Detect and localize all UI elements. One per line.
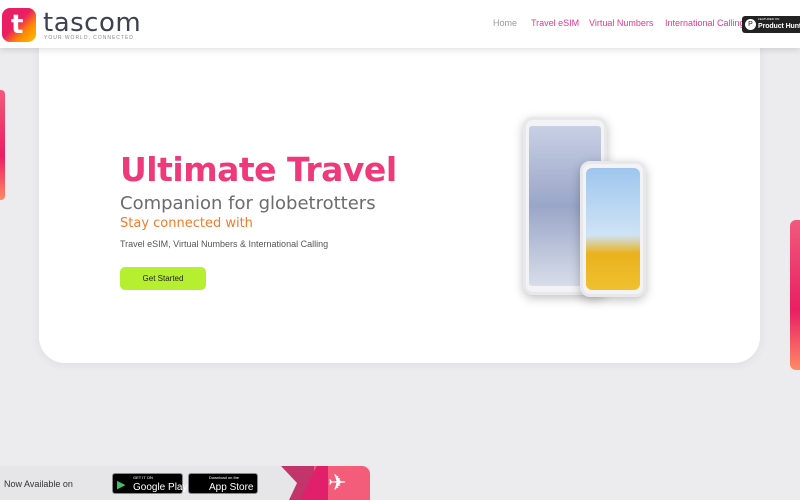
decorative-shape-left	[0, 90, 5, 200]
google-play-label: Google Play	[133, 482, 188, 493]
hero-title: Ultimate Travel	[120, 150, 397, 189]
phone-image-front	[580, 161, 646, 297]
get-started-button[interactable]: Get Started	[120, 267, 206, 290]
nav-virtual-numbers[interactable]: Virtual Numbers	[589, 18, 653, 28]
google-play-icon: ▶	[117, 479, 126, 491]
nav-home[interactable]: Home	[493, 18, 517, 28]
product-hunt-small: FEATURED ON	[758, 17, 780, 21]
product-hunt-label: Product Hunt	[758, 23, 800, 30]
nav-travel-esim[interactable]: Travel eSIM	[531, 18, 579, 28]
nav-international-calling[interactable]: International Calling	[665, 18, 745, 28]
product-hunt-badge[interactable]: P FEATURED ON Product Hunt	[742, 16, 800, 33]
google-play-button[interactable]: ▶ GET IT ON Google Play	[112, 473, 187, 494]
google-play-small: GET IT ON	[133, 475, 153, 480]
header: t tascom YOUR WORLD, CONNECTED Home Trav…	[0, 0, 800, 48]
product-hunt-icon: P	[745, 19, 756, 30]
app-store-small: Download on the	[209, 475, 240, 480]
app-store-button[interactable]: Download on the App Store	[188, 473, 258, 494]
airplane-icon: ✈	[328, 470, 347, 495]
hero-subtitle: Companion for globetrotters	[120, 193, 376, 214]
available-label: Now Available on	[4, 479, 73, 489]
brand-tagline: YOUR WORLD, CONNECTED	[44, 35, 134, 41]
brand-name: tascom	[43, 8, 142, 38]
hero-tagline: Stay connected with	[120, 216, 253, 231]
app-store-label: App Store	[209, 482, 254, 493]
decorative-shape-right	[790, 220, 800, 370]
logo-letter: t	[11, 10, 24, 40]
hero-description: Travel eSIM, Virtual Numbers & Internati…	[120, 239, 329, 249]
logo[interactable]: t	[2, 8, 36, 42]
